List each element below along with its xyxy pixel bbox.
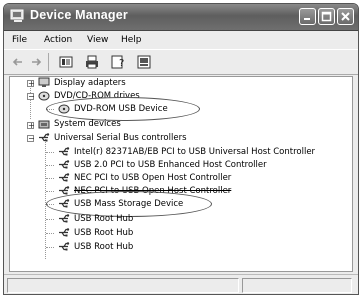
tree-connector bbox=[46, 247, 54, 248]
tree-item-display-adapters[interactable]: + Display adapters bbox=[10, 77, 350, 89]
status-pane bbox=[7, 278, 239, 293]
computer-icon bbox=[10, 9, 24, 22]
tree-item-label: USB 2.0 PCI to USB Enhanced Host Control… bbox=[74, 160, 267, 170]
usb-icon bbox=[59, 173, 70, 182]
menu-action[interactable]: Action bbox=[44, 35, 72, 45]
collapse-minus-icon[interactable]: − bbox=[27, 135, 35, 143]
maximize-icon bbox=[321, 11, 332, 22]
device-manager-window: Device Manager File Action View Help ? + bbox=[3, 3, 359, 295]
scan-hardware-icon[interactable] bbox=[136, 54, 152, 70]
tree-item-label: USB Root Hub bbox=[74, 242, 134, 252]
minimize-icon bbox=[304, 18, 310, 20]
back-arrow-icon[interactable] bbox=[10, 54, 26, 70]
usb-icon bbox=[59, 160, 70, 169]
minimize-button[interactable] bbox=[299, 8, 316, 25]
tree-item-label: Display adapters bbox=[54, 78, 126, 88]
tree-item-label: System devices bbox=[54, 119, 121, 129]
forward-arrow-icon[interactable] bbox=[28, 54, 44, 70]
status-bar bbox=[4, 274, 358, 294]
menu-help[interactable]: Help bbox=[121, 35, 142, 45]
close-button[interactable] bbox=[337, 8, 354, 25]
tree-connector bbox=[46, 165, 54, 166]
window-title: Device Manager bbox=[30, 8, 128, 22]
tree-connector bbox=[46, 219, 54, 220]
device-tree[interactable]: + Display adapters − DVD/CD-ROM drives D… bbox=[9, 76, 353, 272]
tree-connector bbox=[46, 191, 54, 192]
svg-text:?: ? bbox=[119, 58, 124, 69]
tree-connector bbox=[46, 178, 54, 179]
expand-plus-icon[interactable]: + bbox=[27, 80, 35, 88]
tree-item-usb-child[interactable]: NEC PCI to USB Open Host Controller bbox=[10, 172, 350, 184]
tree-item-usb-child[interactable]: Intel(r) 82371AB/EB PCI to USB Universal… bbox=[10, 146, 350, 158]
tree-item-label: USB Root Hub bbox=[74, 228, 134, 238]
tree-item-usb-child[interactable]: USB Root Hub bbox=[10, 241, 350, 253]
usb-icon bbox=[59, 228, 70, 237]
tree-item-usb-child[interactable]: USB 2.0 PCI to USB Enhanced Host Control… bbox=[10, 159, 350, 171]
tree-connector bbox=[46, 152, 54, 153]
monitor-icon bbox=[38, 77, 50, 87]
usb-icon bbox=[59, 147, 70, 156]
usb-icon bbox=[59, 242, 70, 251]
tree-item-label: Intel(r) 82371AB/EB PCI to USB Universal… bbox=[74, 147, 316, 157]
tree-item-label: NEC PCI to USB Open Host Controller bbox=[74, 173, 232, 183]
usb-icon bbox=[59, 214, 70, 223]
tree-item-system-devices[interactable]: + System devices bbox=[10, 119, 350, 131]
tree-item-label: USB Root Hub bbox=[74, 214, 134, 224]
title-bar[interactable]: Device Manager bbox=[4, 4, 358, 31]
status-pane bbox=[242, 278, 352, 293]
toolbar-divider bbox=[48, 53, 49, 71]
help-icon[interactable]: ? bbox=[110, 54, 126, 70]
maximize-button[interactable] bbox=[318, 8, 335, 25]
menu-view[interactable]: View bbox=[87, 35, 108, 45]
expand-plus-icon[interactable]: + bbox=[27, 122, 35, 130]
close-icon bbox=[341, 12, 350, 21]
disc-drive-icon bbox=[38, 91, 50, 101]
collapse-minus-icon[interactable]: − bbox=[27, 93, 35, 101]
properties-icon[interactable] bbox=[58, 54, 74, 70]
tree-item-usb-child[interactable]: USB Root Hub bbox=[10, 213, 350, 225]
toolbar: ? bbox=[4, 49, 358, 75]
menu-file[interactable]: File bbox=[12, 35, 27, 45]
usb-icon bbox=[39, 133, 50, 142]
system-devices-icon bbox=[38, 120, 50, 129]
menu-bar: File Action View Help bbox=[4, 31, 358, 49]
tree-item-usb-controllers[interactable]: − Universal Serial Bus controllers bbox=[10, 132, 350, 144]
tree-item-usb-child[interactable]: USB Root Hub bbox=[10, 227, 350, 239]
print-icon[interactable] bbox=[84, 54, 100, 70]
tree-connector bbox=[46, 233, 54, 234]
tree-item-label: Universal Serial Bus controllers bbox=[54, 133, 187, 143]
